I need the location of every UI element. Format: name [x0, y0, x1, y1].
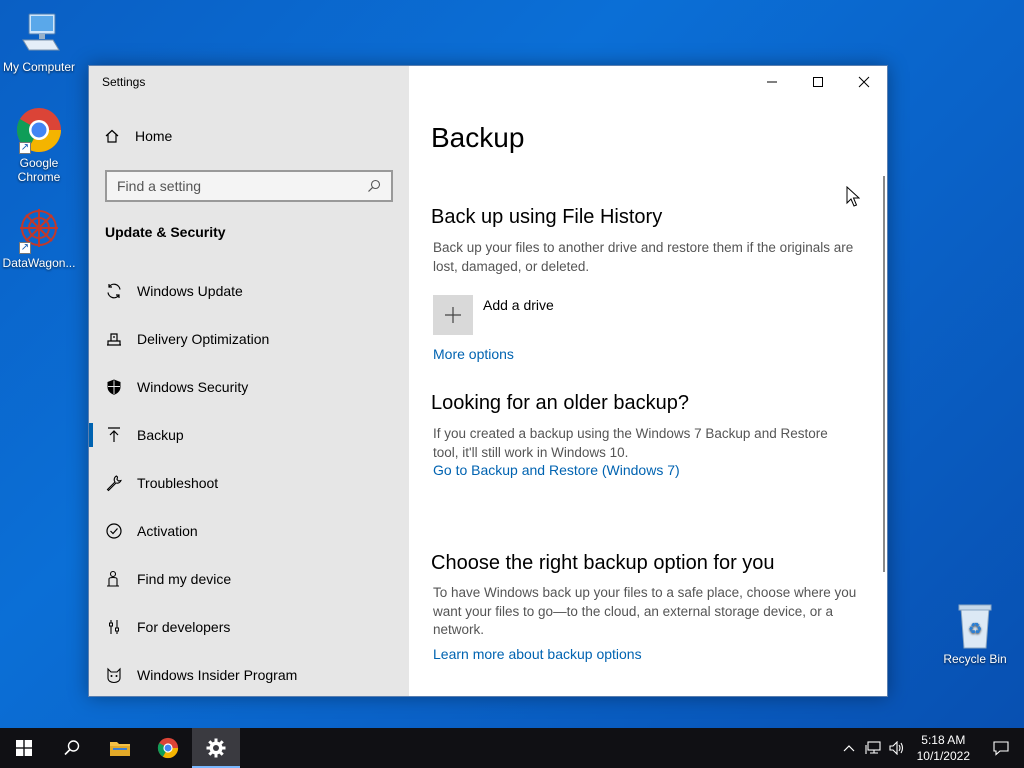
desktop-icon-label: DataWagon... [2, 256, 76, 270]
home-icon [105, 129, 119, 143]
sidebar-item-label: Troubleshoot [137, 475, 219, 491]
file-history-heading: Back up using File History [431, 206, 663, 228]
settings-taskbar-button[interactable] [192, 728, 240, 768]
developer-sliders-icon [105, 618, 123, 636]
datawagon-icon: ↗ [15, 206, 63, 254]
close-icon [858, 76, 870, 88]
backup-restore-windows7-link[interactable]: Go to Backup and Restore (Windows 7) [433, 462, 680, 478]
learn-more-backup-link[interactable]: Learn more about backup options [433, 646, 642, 662]
chrome-icon [157, 737, 179, 759]
plus-icon [433, 295, 473, 335]
delivery-optimization-icon [105, 330, 123, 348]
settings-window: Settings Home Update & Security Windows … [88, 65, 888, 697]
close-button[interactable] [841, 66, 887, 98]
maximize-icon [813, 77, 823, 87]
sidebar-item-windows-security[interactable]: Windows Security [89, 363, 409, 411]
older-backup-heading: Looking for an older backup? [431, 392, 689, 414]
taskbar: 5:18 AM 10/1/2022 [0, 728, 1024, 768]
sidebar-nav-list: Windows Update Delivery Optimization Win… [89, 267, 409, 696]
sidebar-item-label: Windows Insider Program [137, 667, 298, 683]
speaker-icon [889, 741, 903, 755]
system-tray: 5:18 AM 10/1/2022 [837, 728, 1024, 768]
sidebar-item-windows-update[interactable]: Windows Update [89, 267, 409, 315]
maximize-button[interactable] [795, 66, 841, 98]
sidebar-item-label: Activation [137, 523, 198, 539]
desktop-icon-label: Recycle Bin [943, 652, 1007, 666]
home-nav-item[interactable]: Home [104, 128, 172, 144]
start-button[interactable] [0, 728, 48, 768]
page-title: Backup [431, 122, 525, 153]
taskbar-search-button[interactable] [48, 728, 96, 768]
content-scrollbar[interactable] [883, 176, 885, 572]
clock-date: 10/1/2022 [916, 749, 970, 763]
action-center-button[interactable] [978, 728, 1024, 768]
windows-logo-icon [16, 740, 32, 756]
search-input[interactable] [117, 178, 367, 194]
window-caption-buttons [749, 66, 887, 98]
mouse-cursor-icon [846, 186, 860, 207]
settings-sidebar: Settings Home Update & Security Windows … [89, 66, 409, 696]
desktop-icon-my-computer[interactable]: My Computer [1, 10, 77, 74]
window-title: Settings [102, 75, 146, 89]
search-icon [64, 740, 80, 756]
shield-icon [105, 378, 123, 396]
sidebar-item-label: Backup [137, 427, 184, 443]
sidebar-item-label: For developers [137, 619, 231, 635]
search-icon[interactable] [367, 179, 381, 193]
sidebar-item-windows-insider-program[interactable]: Windows Insider Program [89, 651, 409, 696]
show-hidden-icons-button[interactable] [837, 728, 861, 768]
minimize-button[interactable] [749, 66, 795, 98]
older-backup-description: If you created a backup using the Window… [433, 426, 828, 460]
chevron-up-icon [843, 745, 855, 752]
recycle-bin-icon: ♻ [951, 602, 999, 650]
desktop-icon-label: Google Chrome [17, 156, 61, 184]
network-icon [865, 741, 881, 754]
sidebar-item-troubleshoot[interactable]: Troubleshoot [89, 459, 409, 507]
sidebar-item-delivery-optimization[interactable]: Delivery Optimization [89, 315, 409, 363]
gear-icon [206, 738, 226, 758]
network-button[interactable] [861, 728, 885, 768]
desktop-icon-label: My Computer [2, 60, 76, 74]
more-options-link[interactable]: More options [433, 346, 514, 362]
home-label: Home [135, 128, 173, 144]
section-title: Update & Security [105, 224, 226, 240]
add-drive-button[interactable]: Add a drive [433, 295, 554, 335]
sidebar-item-for-developers[interactable]: For developers [89, 603, 409, 651]
chrome-icon: ↗ [15, 106, 63, 154]
notification-icon [993, 741, 1009, 756]
insider-cat-icon [105, 666, 123, 684]
sidebar-item-label: Windows Security [137, 379, 249, 395]
desktop-icon-recycle-bin[interactable]: ♻ Recycle Bin [937, 602, 1013, 666]
sidebar-item-label: Delivery Optimization [137, 331, 270, 347]
sidebar-item-label: Find my device [137, 571, 232, 587]
sidebar-item-find-my-device[interactable]: Find my device [89, 555, 409, 603]
sidebar-item-backup[interactable]: Backup [89, 411, 409, 459]
svg-text:♻: ♻ [968, 619, 982, 638]
sidebar-item-label: Windows Update [137, 283, 243, 299]
desktop-icon-datawagon[interactable]: ↗ DataWagon... [1, 206, 77, 270]
right-option-heading: Choose the right backup option for you [431, 552, 775, 574]
minimize-icon [767, 81, 777, 83]
check-circle-icon [105, 522, 123, 540]
add-drive-label: Add a drive [483, 297, 554, 313]
file-history-description: Back up your files to another drive and … [433, 240, 854, 274]
sync-icon [105, 282, 123, 300]
sidebar-item-activation[interactable]: Activation [89, 507, 409, 555]
desktop-icon-google-chrome[interactable]: ↗ Google Chrome [1, 106, 77, 184]
backup-arrow-icon [105, 426, 123, 444]
folder-icon [110, 742, 130, 756]
find-setting-search[interactable] [105, 170, 393, 202]
wrench-icon [105, 474, 123, 492]
backup-content-pane: Backup Back up using File History Back u… [409, 66, 887, 696]
file-explorer-button[interactable] [96, 728, 144, 768]
person-locate-icon [105, 570, 123, 588]
chrome-taskbar-button[interactable] [144, 728, 192, 768]
taskbar-clock[interactable]: 5:18 AM 10/1/2022 [909, 732, 978, 764]
volume-button[interactable] [885, 728, 909, 768]
clock-time: 5:18 AM [921, 733, 966, 747]
computer-icon [15, 10, 63, 58]
right-option-description: To have Windows back up your files to a … [433, 585, 857, 637]
